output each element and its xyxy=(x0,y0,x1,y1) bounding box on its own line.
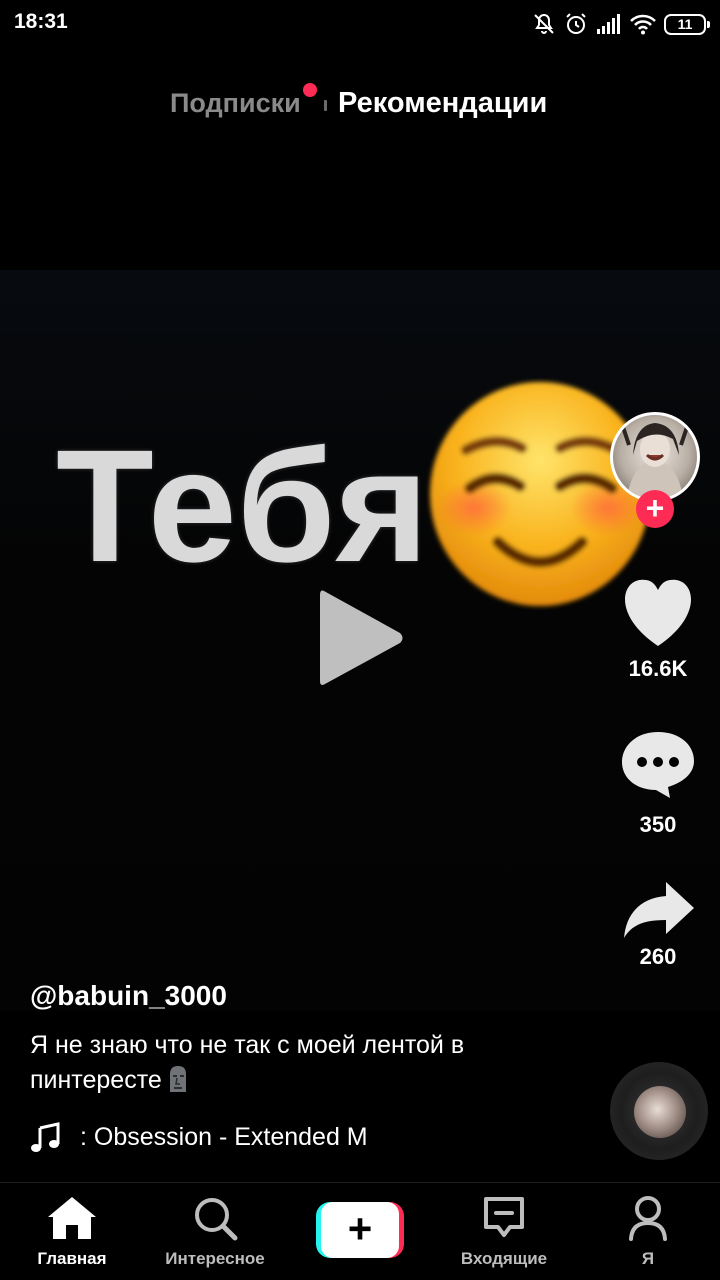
music-disc-artwork xyxy=(634,1086,686,1138)
battery-tip xyxy=(707,20,710,28)
share-count: 260 xyxy=(639,944,677,969)
nav-discover-label: Интересное xyxy=(165,1249,265,1268)
heart-icon[interactable] xyxy=(620,578,696,648)
tab-divider xyxy=(324,100,327,111)
battery-level: 11 xyxy=(664,13,706,35)
alarm-icon xyxy=(566,13,586,34)
comment-count: 350 xyxy=(639,812,677,837)
status-icons: 11 xyxy=(532,8,710,40)
like-count: 16.6K xyxy=(628,656,688,681)
moai-icon xyxy=(169,1066,186,1092)
tab-for-you[interactable]: Рекомендации xyxy=(338,87,547,120)
nav-me-label: Я xyxy=(641,1249,655,1268)
caption-text: Я не знаю что не так с моей лентой в пин… xyxy=(30,1031,465,1094)
nav-inbox[interactable]: Входящие xyxy=(439,1183,569,1280)
music-marquee[interactable]: : Obsession - Extended M xyxy=(80,1123,392,1157)
play-icon[interactable] xyxy=(316,585,406,691)
search-icon xyxy=(195,1198,238,1241)
inbox-icon xyxy=(484,1197,524,1237)
music-title: : Obsession - Extended M xyxy=(80,1123,368,1151)
video-overlay-text: Тебя xyxy=(56,416,431,595)
home-icon xyxy=(48,1197,96,1239)
muted-bell-icon xyxy=(534,13,554,34)
signal-icon xyxy=(597,14,620,34)
music-note-icon xyxy=(31,1122,60,1152)
tab-following[interactable]: Подписки xyxy=(170,88,301,119)
video-caption: Я не знаю что не так с моей лентой в пин… xyxy=(30,1028,550,1098)
smiling-blushing-face-icon xyxy=(430,382,650,606)
avatar-image xyxy=(621,423,689,499)
nav-me[interactable]: Я xyxy=(583,1183,713,1280)
nav-discover[interactable]: Интересное xyxy=(150,1183,280,1280)
creator-avatar[interactable] xyxy=(610,412,700,502)
profile-icon xyxy=(629,1196,667,1241)
status-time: 18:31 xyxy=(14,10,68,33)
follow-button[interactable]: + xyxy=(636,490,674,528)
create-button[interactable]: + xyxy=(316,1202,404,1258)
share-icon[interactable] xyxy=(622,880,696,940)
creator-username[interactable]: @babuin_3000 xyxy=(30,980,227,1012)
wifi-icon xyxy=(630,14,656,35)
nav-home[interactable]: Главная xyxy=(7,1183,137,1280)
nav-inbox-label: Входящие xyxy=(460,1249,548,1268)
comment-icon[interactable] xyxy=(620,728,696,800)
plus-icon: + xyxy=(347,1205,373,1252)
new-content-dot xyxy=(303,83,317,97)
battery-icon: 11 xyxy=(664,13,710,35)
nav-home-label: Главная xyxy=(37,1249,107,1268)
